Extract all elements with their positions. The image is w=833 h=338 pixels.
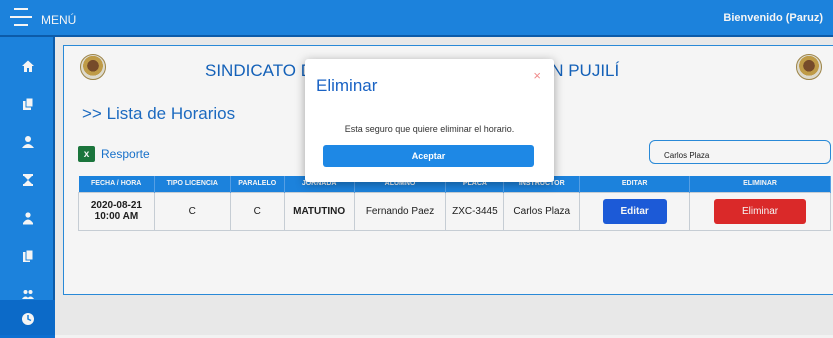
close-icon[interactable]: × <box>533 68 541 83</box>
dialog-title: Eliminar <box>316 76 378 95</box>
dialog-message: Esta seguro que quiere eliminar el horar… <box>344 124 515 134</box>
delete-confirm-dialog: Eliminar × Esta seguro que quiere elimin… <box>305 59 554 182</box>
accept-button[interactable]: Aceptar <box>323 145 534 167</box>
